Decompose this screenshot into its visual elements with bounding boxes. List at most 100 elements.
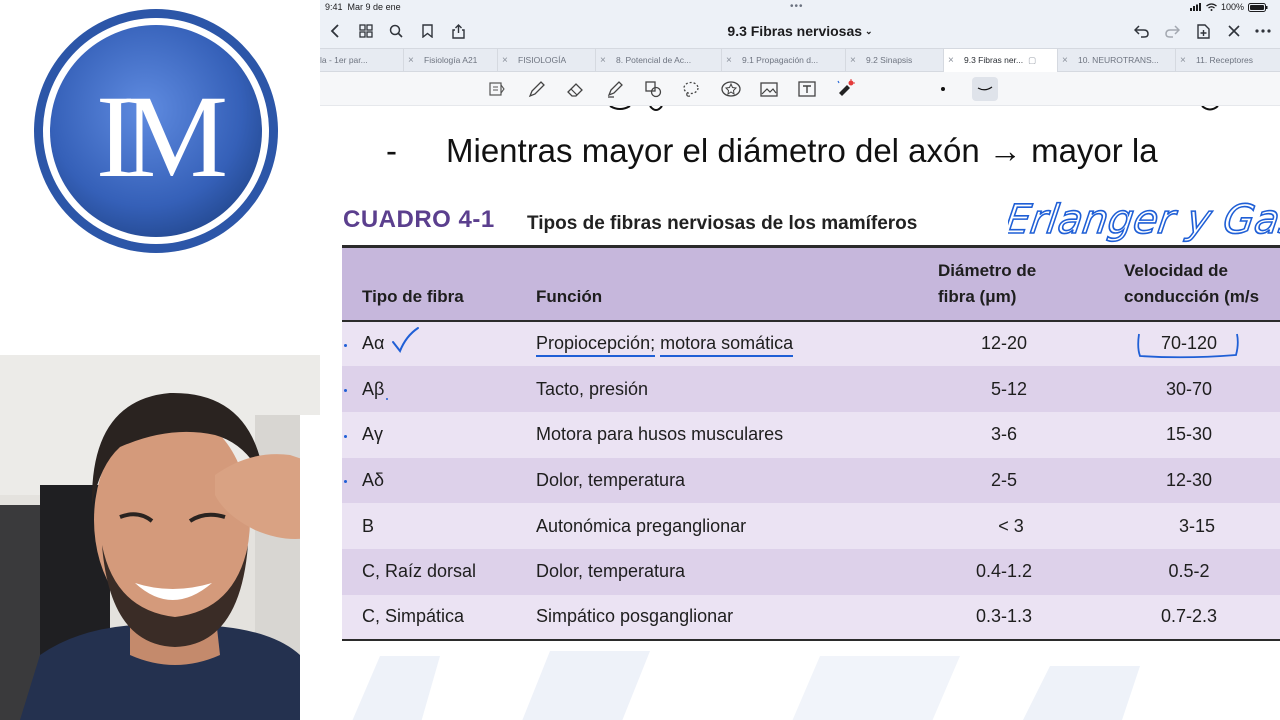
battery-icon: [1248, 2, 1268, 12]
tab-item[interactable]: × Fisiología A21: [404, 49, 498, 72]
cell-diametro: 12-20: [980, 333, 1028, 354]
cell-tipo: Aδ: [342, 458, 536, 504]
undo-icon[interactable]: [1131, 21, 1151, 41]
ink-dot: [344, 480, 347, 484]
status-bar: 9:41 Mar 9 de ene ••• 100%: [320, 0, 1280, 14]
status-time: 9:41 Mar 9 de ene: [325, 2, 401, 12]
handwritten-note: Erlanger y Gas: [1008, 197, 1280, 243]
cell-tipo: Aα: [342, 321, 536, 367]
close-icon[interactable]: ×: [948, 49, 957, 72]
cropped-text-remnant: [609, 106, 1219, 111]
bullet-text: Mientras mayor el diámetro del axón → ma…: [446, 132, 1158, 169]
tab-item[interactable]: × FISIOLOGÍA: [498, 49, 596, 72]
underlined-text: motora somática: [660, 333, 794, 358]
notes-app: 9:41 Mar 9 de ene ••• 100% 9.3 Fibras ne…: [320, 0, 1280, 720]
cell-velocidad: 0.5-2: [1168, 561, 1210, 582]
bracket-annotation: [1137, 333, 1239, 358]
header-funcion: Función: [536, 286, 603, 306]
close-icon[interactable]: ×: [600, 49, 609, 72]
bullet-dash: -: [386, 132, 397, 169]
tab-item[interactable]: × 11. Receptores: [1176, 49, 1280, 72]
wifi-icon: [1206, 3, 1217, 11]
background-watermark: [352, 651, 1140, 720]
stroke-width-selector[interactable]: [972, 77, 998, 101]
table-row: C, Simpática Simpático posganglionar 0.3…: [342, 594, 1280, 641]
cell-diametro: 5-12: [990, 378, 1028, 399]
close-icon[interactable]: ×: [502, 49, 511, 72]
close-icon[interactable]: ×: [408, 49, 417, 72]
tab-bar: la - 1er par... × Fisiología A21 × FISIOLO…: [320, 48, 1280, 72]
tab-label: 10. NEUROTRANS...: [1078, 55, 1159, 65]
add-page-icon[interactable]: [1193, 21, 1213, 41]
eraser-icon[interactable]: [565, 79, 587, 99]
tab-label: FISIOLOGÍA: [518, 55, 567, 65]
chevron-down-icon: ⌄: [865, 26, 873, 36]
more-icon[interactable]: [1253, 21, 1273, 41]
cell-funcion: Tacto, presión: [536, 378, 649, 399]
close-icon[interactable]: [1224, 21, 1244, 41]
nav-bar: 9.3 Fibras nerviosas ⌄: [320, 14, 1280, 48]
highlighter-icon[interactable]: [604, 79, 626, 99]
cell-diametro: < 3: [998, 515, 1024, 536]
cell-tipo: C, Simpática: [362, 606, 465, 627]
fiber-types-table: Tipo de fibra Función Diámetro de fibra (…: [342, 245, 1280, 641]
webcam-video: [0, 355, 320, 720]
screen: IM 9:41 Mar 9 de ene ••• 100% 9.3 Fibras…: [0, 0, 1280, 720]
tab-label: 8. Potencial de Ac...: [616, 55, 692, 65]
cell-velocidad: 0.7-2.3: [1160, 606, 1218, 627]
image-icon[interactable]: [758, 79, 780, 99]
document-page[interactable]: - Mientras mayor el diámetro del axón → m…: [320, 106, 1280, 720]
tab-item[interactable]: × 10. NEUROTRANS...: [1058, 49, 1176, 72]
laser-pointer-icon[interactable]: [835, 79, 857, 99]
cell-tipo: Aβ: [342, 366, 536, 412]
ink-dot: [386, 398, 388, 401]
sticker-icon[interactable]: [720, 79, 742, 99]
tab-item[interactable]: × 9.2 Sinapsis: [846, 49, 944, 72]
table-row: Aδ Dolor, temperatura 2-5 12-30: [342, 457, 1280, 504]
pen-icon[interactable]: [526, 79, 548, 99]
underlined-text: Propiocepción;: [536, 333, 656, 358]
table-row: B Autonómica preganglionar < 3 3-15: [342, 503, 1280, 549]
redo-icon[interactable]: [1162, 21, 1182, 41]
tab-label: 9.2 Sinapsis: [866, 55, 913, 65]
close-icon[interactable]: ×: [726, 49, 735, 72]
lasso-icon[interactable]: [680, 79, 702, 99]
cell-funcion: Dolor, temperatura: [536, 561, 686, 582]
battery-percent: 100%: [1220, 2, 1244, 12]
tab-label: la - 1er par...: [320, 55, 368, 65]
header-diametro: Diámetro de fibra (μm): [938, 260, 1037, 306]
tab-item[interactable]: × 8. Potencial de Ac...: [596, 49, 722, 72]
ink-dot: [344, 434, 347, 438]
tab-label: 9.3 Fibras ner...: [964, 55, 1024, 65]
close-icon[interactable]: ×: [1180, 49, 1189, 72]
tab-item[interactable]: × 9.1 Propagación d...: [722, 49, 846, 72]
tab-thumbnail-icon: ▢: [1028, 55, 1037, 65]
table-header-row: Tipo de fibra Función Diámetro de fibra (…: [342, 246, 1280, 321]
cell-tipo: Aγ: [342, 412, 536, 458]
cell-velocidad: 15-30: [1165, 424, 1213, 445]
cell-velocidad: 30-70: [1165, 378, 1213, 399]
tab-item[interactable]: la - 1er par...: [320, 49, 404, 72]
cell-funcion: Motora para husos musculares: [536, 424, 784, 445]
table-row: C, Raíz dorsal Dolor, temperatura 0.4-1.…: [342, 548, 1280, 595]
presenter-panel: IM: [0, 0, 320, 720]
shapes-icon[interactable]: [642, 79, 664, 99]
logo-text: IM: [96, 71, 225, 202]
status-right: 100%: [1189, 2, 1268, 12]
tab-item-active[interactable]: × 9.3 Fibras ner... ▢: [944, 49, 1058, 72]
table-row: Aβ Tacto, presión 5-12 30-70: [342, 366, 1280, 412]
cell-funcion: Autonómica preganglionar: [536, 515, 747, 536]
cell-velocidad: 3-15: [1178, 515, 1216, 536]
color-swatch-black[interactable]: [932, 79, 954, 99]
cell-velocidad: 12-30: [1165, 469, 1213, 490]
cell-diametro: 0.4-1.2: [975, 561, 1033, 582]
cell-diametro: 2-5: [990, 469, 1017, 490]
text-icon[interactable]: [796, 79, 818, 99]
multitask-dots[interactable]: •••: [790, 1, 804, 12]
read-mode-icon[interactable]: [486, 79, 508, 99]
close-icon[interactable]: ×: [850, 49, 859, 72]
tab-label: 11. Receptores: [1196, 55, 1254, 65]
close-icon[interactable]: ×: [1062, 49, 1071, 72]
table-title: Tipos de fibras nerviosas de los mamífer…: [527, 213, 918, 234]
drawing-toolbar: [320, 72, 1280, 106]
